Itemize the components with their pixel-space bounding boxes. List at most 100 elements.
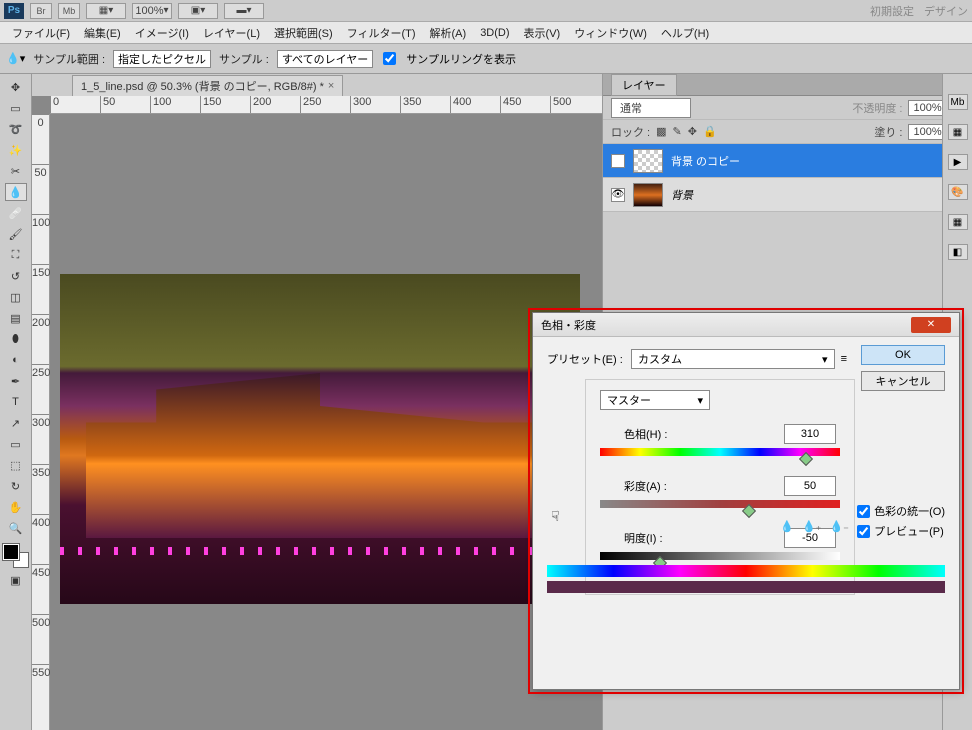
eyedropper-icon[interactable]: 💧▾	[6, 52, 25, 65]
eyedropper-sub-icon[interactable]: 💧₋	[829, 520, 849, 533]
wand-tool[interactable]: ✨	[5, 141, 27, 159]
sample-ring-label: サンプルリングを表示	[406, 51, 516, 67]
menu-edit[interactable]: 編集(E)	[78, 25, 127, 41]
heal-tool[interactable]: 🩹	[5, 204, 27, 222]
scrub-hand-icon[interactable]: ☟	[551, 508, 560, 525]
design-link[interactable]: デザイン	[924, 3, 968, 19]
minibridge-button[interactable]: Mb	[58, 3, 80, 19]
shape-tool[interactable]: ▭	[5, 435, 27, 453]
layer-item[interactable]: 👁 背景 🔒	[603, 178, 972, 212]
menu-select[interactable]: 選択範囲(S)	[268, 25, 339, 41]
preview-checkbox[interactable]	[857, 525, 870, 538]
menu-view[interactable]: 表示(V)	[518, 25, 567, 41]
ruler-horizontal: 050100150200250300350400450500	[50, 96, 602, 114]
document-tab[interactable]: 1_5_line.psd @ 50.3% (背景 のコピー, RGB/8#) *…	[72, 75, 343, 96]
fill-label: 塗り :	[874, 124, 902, 140]
close-tab-icon[interactable]: ×	[328, 80, 334, 92]
stamp-tool[interactable]: ⛶	[5, 246, 27, 264]
layer-item-selected[interactable]: 👁 背景 のコピー	[603, 144, 972, 178]
colorize-label: 色彩の統一(O)	[874, 503, 945, 519]
document-image	[60, 274, 580, 604]
lock-label: ロック :	[611, 124, 650, 140]
lock-all-icon[interactable]: 🔒	[703, 125, 717, 138]
actions-panel-icon[interactable]: ▶	[948, 154, 968, 170]
ok-button[interactable]: OK	[861, 345, 945, 365]
sample-select[interactable]: すべてのレイヤー	[277, 50, 373, 68]
swatches-panel-icon[interactable]: ▦	[948, 214, 968, 230]
lasso-tool[interactable]: ➰	[5, 120, 27, 138]
zoom-select[interactable]: 100% ▾	[132, 3, 172, 19]
close-button[interactable]: ✕	[911, 317, 951, 333]
layer-name[interactable]: 背景 のコピー	[671, 153, 740, 169]
preview-label: プレビュー(P)	[874, 523, 944, 539]
marquee-tool[interactable]: ▭	[5, 99, 27, 117]
eyedropper-set-icon[interactable]: 💧	[780, 520, 794, 533]
zoom-tool[interactable]: 🔍	[5, 519, 27, 537]
layer-name[interactable]: 背景	[671, 187, 693, 203]
menu-file[interactable]: ファイル(F)	[6, 25, 76, 41]
sat-input[interactable]	[784, 476, 836, 496]
lock-transparent-icon[interactable]: ▩	[656, 125, 666, 138]
fg-color-swatch[interactable]	[3, 544, 19, 560]
dodge-tool[interactable]: ◐	[5, 351, 27, 369]
lock-position-icon[interactable]: ✥	[688, 125, 697, 138]
visibility-icon[interactable]: 👁	[611, 154, 625, 168]
menu-help[interactable]: ヘルプ(H)	[655, 25, 715, 41]
history-brush-tool[interactable]: ↺	[5, 267, 27, 285]
type-tool[interactable]: T	[5, 393, 27, 411]
hand-tool[interactable]: ✋	[5, 498, 27, 516]
channel-select[interactable]: マスター▾	[600, 390, 710, 410]
quickmask-tool[interactable]: ▣	[5, 571, 27, 589]
color-panel-icon[interactable]: 🎨	[948, 184, 968, 200]
hue-saturation-dialog: 色相・彩度 ✕ OK キャンセル プリセット(E) : カスタム▾ ≡ マスター…	[532, 312, 960, 690]
visibility-icon[interactable]: 👁	[611, 188, 625, 202]
brush-tool[interactable]: 🖌	[5, 225, 27, 243]
sample-range-select[interactable]: 指定したピクセル	[113, 50, 211, 68]
colorize-checkbox[interactable]	[857, 505, 870, 518]
bridge-button[interactable]: Br	[30, 3, 52, 19]
sample-ring-checkbox[interactable]	[383, 52, 396, 65]
menu-layer[interactable]: レイヤー(L)	[197, 25, 266, 41]
menu-image[interactable]: イメージ(I)	[129, 25, 195, 41]
crop-tool[interactable]: ✂	[5, 162, 27, 180]
canvas-area[interactable]	[50, 114, 602, 730]
cancel-button[interactable]: キャンセル	[861, 371, 945, 391]
sample-label: サンプル :	[219, 51, 269, 67]
layer-thumbnail[interactable]	[633, 149, 663, 173]
document-tab-label: 1_5_line.psd @ 50.3% (背景 のコピー, RGB/8#) *	[81, 78, 324, 94]
eyedropper-tool[interactable]: 💧	[5, 183, 27, 201]
path-tool[interactable]: ↗	[5, 414, 27, 432]
lock-pixels-icon[interactable]: ✎	[673, 125, 682, 138]
pen-tool[interactable]: ✒	[5, 372, 27, 390]
arrange-icon[interactable]: ▣▾	[178, 3, 218, 19]
view-menu-icon[interactable]: ▦▾	[86, 3, 126, 19]
screen-icon[interactable]: ▬▾	[224, 3, 264, 19]
history-panel-icon[interactable]: ▦	[948, 124, 968, 140]
styles-panel-icon[interactable]: ◧	[948, 244, 968, 260]
blur-tool[interactable]: ⬮	[5, 330, 27, 348]
move-tool[interactable]: ✥	[5, 78, 27, 96]
camera-tool[interactable]: ↻	[5, 477, 27, 495]
3d-tool[interactable]: ⬚	[5, 456, 27, 474]
hue-input[interactable]	[784, 424, 836, 444]
preset-menu-icon[interactable]: ≡	[841, 353, 847, 365]
dialog-title: 色相・彩度	[541, 317, 596, 333]
sat-label: 彩度(A) :	[600, 478, 700, 494]
layers-tab[interactable]: レイヤー	[611, 74, 677, 96]
essentials-link[interactable]: 初期設定	[870, 3, 914, 19]
lig-label: 明度(I) :	[600, 530, 700, 546]
menu-window[interactable]: ウィンドウ(W)	[568, 25, 653, 41]
menu-3d[interactable]: 3D(D)	[474, 27, 515, 39]
preset-select[interactable]: カスタム▾	[631, 349, 835, 369]
ruler-vertical: 050100150200250300350400450500550	[32, 114, 50, 730]
opacity-label: 不透明度 :	[852, 100, 902, 116]
menu-filter[interactable]: フィルター(T)	[341, 25, 422, 41]
hue-label: 色相(H) :	[600, 426, 700, 442]
layer-thumbnail[interactable]	[633, 183, 663, 207]
mb-panel-icon[interactable]: Mb	[948, 94, 968, 110]
gradient-tool[interactable]: ▤	[5, 309, 27, 327]
eraser-tool[interactable]: ◫	[5, 288, 27, 306]
blend-mode-select[interactable]: 通常	[611, 98, 691, 118]
eyedropper-add-icon[interactable]: 💧₊	[802, 520, 822, 533]
menu-analysis[interactable]: 解析(A)	[424, 25, 473, 41]
